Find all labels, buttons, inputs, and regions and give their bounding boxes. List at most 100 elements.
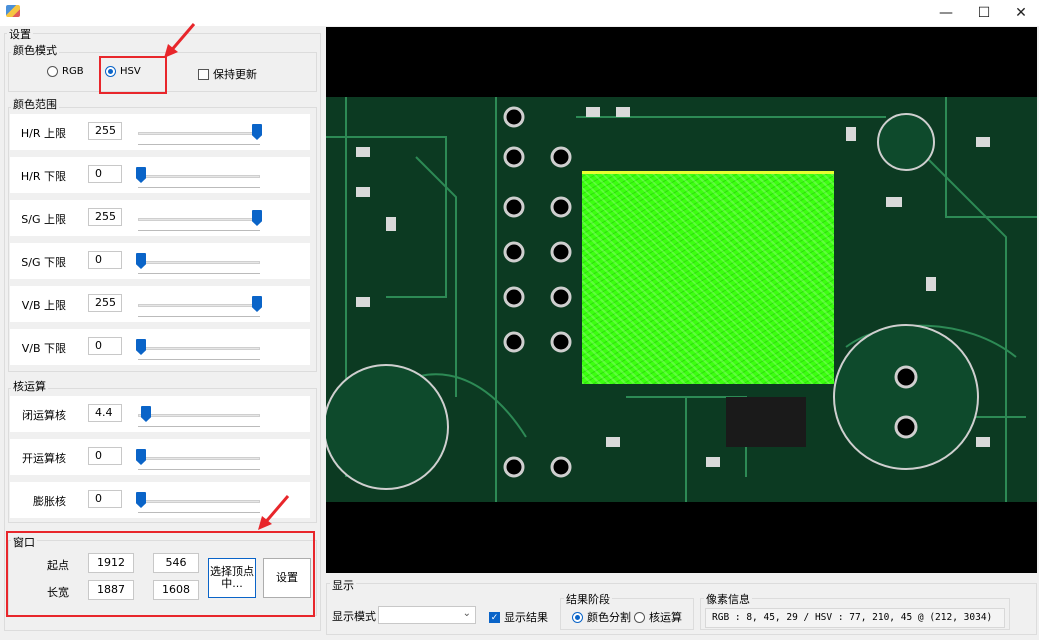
annotation-rect-hsv: [99, 56, 167, 94]
slider-thumb[interactable]: [136, 449, 146, 465]
range-slider[interactable]: [134, 488, 260, 514]
size-label: 长宽: [47, 586, 69, 599]
slider-thumb[interactable]: [136, 167, 146, 183]
app-icon: [6, 5, 20, 17]
slider-label: H/R 上限: [20, 127, 66, 140]
slider-label: V/B 下限: [21, 342, 66, 355]
title-bar: — ☐ ✕: [0, 0, 1039, 26]
slider-row: 开运算核 0: [10, 439, 310, 475]
value-spinbox[interactable]: 0: [88, 490, 122, 508]
slider-label: 闭运算核: [22, 409, 66, 422]
slider-ticks: [138, 187, 260, 189]
slider-track: [138, 261, 260, 264]
origin-y-field[interactable]: 546: [153, 553, 199, 573]
show-result-label: 显示结果: [504, 611, 548, 624]
color-seg-label: 颜色分割: [587, 611, 631, 624]
display-title: 显示: [330, 577, 356, 593]
rgb-radio-label: RGB: [62, 66, 84, 77]
pcb-image: [326, 97, 1037, 502]
slider-track: [138, 175, 260, 178]
slider-label: H/R 下限: [20, 170, 66, 183]
keep-update-box[interactable]: [198, 68, 209, 80]
value-spinbox[interactable]: 0: [88, 447, 122, 465]
set-window-button[interactable]: 设置: [263, 558, 311, 598]
show-result-checkbox[interactable]: ✓ 显示结果: [489, 609, 548, 625]
kernel-calc-radio[interactable]: 核运算: [634, 609, 682, 625]
keep-update-label: 保持更新: [213, 68, 257, 81]
image-viewer[interactable]: [326, 27, 1037, 573]
slider-thumb[interactable]: [252, 296, 262, 312]
settings-title: 设置: [7, 26, 33, 42]
annotation-arrow-icon: [258, 495, 290, 530]
slider-label: S/G 下限: [21, 256, 66, 269]
slider-thumb[interactable]: [141, 406, 151, 422]
slider-ticks: [138, 144, 260, 146]
keep-update-checkbox[interactable]: 保持更新: [198, 66, 257, 82]
result-stage-title: 结果阶段: [564, 591, 612, 607]
range-slider[interactable]: [134, 249, 260, 275]
slider-row: 闭运算核 4.4: [10, 396, 310, 432]
slider-thumb[interactable]: [252, 124, 262, 140]
slider-track: [138, 304, 260, 307]
slider-ticks: [138, 469, 260, 471]
rgb-radio-dot[interactable]: [47, 66, 58, 77]
slider-label: V/B 上限: [21, 299, 66, 312]
slider-track: [138, 457, 260, 460]
kernel-calc-label: 核运算: [649, 611, 682, 624]
slider-row: H/R 下限 0: [10, 157, 310, 193]
slider-track: [138, 132, 260, 135]
slider-row: S/G 上限 255: [10, 200, 310, 236]
slider-track: [138, 347, 260, 350]
value-spinbox[interactable]: 255: [88, 122, 122, 140]
slider-thumb[interactable]: [136, 253, 146, 269]
kernel-calc-radio-dot[interactable]: [634, 611, 645, 623]
range-slider[interactable]: [134, 163, 260, 189]
color-seg-radio[interactable]: 颜色分割: [572, 609, 631, 625]
range-slider[interactable]: [134, 206, 262, 232]
slider-row: V/B 上限 255: [10, 286, 310, 322]
slider-thumb[interactable]: [252, 210, 262, 226]
color-mode-title: 颜色模式: [11, 42, 59, 58]
slider-label: S/G 上限: [21, 213, 66, 226]
slider-row: V/B 下限 0: [10, 329, 310, 365]
slider-track: [138, 414, 260, 417]
display-mode-label: 显示模式: [332, 610, 376, 623]
origin-x-field[interactable]: 1912: [88, 553, 134, 573]
annotation-arrow-icon: [164, 23, 196, 58]
slider-track: [138, 500, 260, 503]
show-result-box[interactable]: ✓: [489, 611, 500, 623]
range-slider[interactable]: [134, 335, 260, 361]
value-spinbox[interactable]: 0: [88, 337, 122, 355]
close-button[interactable]: ✕: [998, 0, 1039, 26]
slider-row: H/R 上限 255: [10, 114, 310, 150]
width-field[interactable]: 1887: [88, 580, 134, 600]
color-seg-radio-dot[interactable]: [572, 611, 583, 623]
slider-label: 膨胀核: [33, 495, 66, 508]
slider-ticks: [138, 512, 260, 514]
slider-track: [138, 218, 260, 221]
range-slider[interactable]: [134, 120, 262, 146]
value-spinbox[interactable]: 4.4: [88, 404, 122, 422]
range-slider[interactable]: [134, 292, 262, 318]
pixel-info-readout: RGB : 8, 45, 29 / HSV : 77, 210, 45 @ (2…: [705, 608, 1005, 628]
slider-row: S/G 下限 0: [10, 243, 310, 279]
segmentation-mask: [582, 171, 834, 384]
origin-label: 起点: [47, 559, 69, 572]
value-spinbox[interactable]: 255: [88, 294, 122, 312]
height-field[interactable]: 1608: [153, 580, 199, 600]
display-mode-select[interactable]: ⌄: [378, 606, 476, 624]
range-slider[interactable]: [134, 445, 260, 471]
slider-thumb[interactable]: [136, 492, 146, 508]
select-vertex-button[interactable]: 选择顶点中...: [208, 558, 256, 598]
slider-ticks: [138, 230, 260, 232]
range-slider[interactable]: [134, 402, 260, 428]
slider-ticks: [138, 316, 260, 318]
slider-thumb[interactable]: [136, 339, 146, 355]
value-spinbox[interactable]: 0: [88, 251, 122, 269]
slider-label: 开运算核: [22, 452, 66, 465]
kernel-title: 核运算: [11, 378, 48, 394]
value-spinbox[interactable]: 255: [88, 208, 122, 226]
chevron-down-icon: ⌄: [462, 608, 471, 619]
rgb-radio[interactable]: RGB: [47, 66, 84, 77]
value-spinbox[interactable]: 0: [88, 165, 122, 183]
